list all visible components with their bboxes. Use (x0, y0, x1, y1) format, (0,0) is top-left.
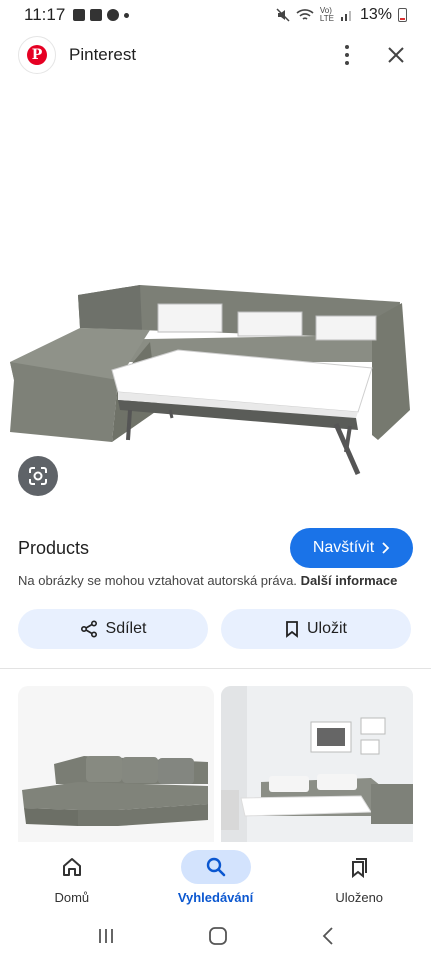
chevron-right-icon (382, 542, 390, 554)
more-notifications-icon (124, 12, 130, 18)
bookmark-icon (286, 621, 298, 638)
save-button-label: Uložit (306, 620, 347, 637)
home-icon (62, 858, 81, 876)
notification-icons (73, 9, 130, 21)
copyright-text: Na obrázky se mohou vztahovat autorská p… (18, 573, 297, 588)
gallery-notification-icon (73, 9, 86, 21)
pinterest-logo: P (18, 36, 56, 74)
google-lens-button[interactable] (18, 456, 58, 496)
bottom-navigation: Domů Vyhledávání Uloženo (0, 842, 431, 912)
system-navigation-bar (0, 912, 431, 960)
product-image[interactable] (0, 80, 431, 500)
alert-notification-icon (90, 9, 103, 21)
nav-saved[interactable]: Uloženo (287, 842, 431, 912)
share-icon (80, 620, 97, 638)
related-sofa-thumbnail (22, 756, 208, 826)
learn-more-link[interactable]: Další informace (301, 573, 398, 588)
system-status: Vo) LTE 13% (276, 6, 407, 24)
app-header: P Pinterest (0, 32, 431, 78)
signal-icon (340, 11, 351, 21)
mute-icon (276, 8, 290, 22)
product-title: Products (18, 537, 90, 558)
section-divider (0, 668, 431, 669)
lens-icon (29, 467, 47, 485)
source-title: Pinterest (69, 45, 137, 64)
share-button-label: Sdílet (105, 620, 147, 637)
visit-button-label: Navštívit (312, 539, 375, 556)
status-bar: 11:17 Vo) LTE 13% (0, 0, 431, 30)
copyright-notice: Na obrázky se mohou vztahovat autorská p… (18, 573, 418, 588)
related-image-1[interactable] (18, 686, 214, 846)
status-time: 11:17 (24, 5, 66, 24)
close-button[interactable] (379, 38, 413, 72)
home-button-icon[interactable] (208, 926, 228, 946)
saved-icon (352, 858, 368, 878)
share-button[interactable]: Sdílet (18, 609, 208, 649)
search-icon (206, 857, 225, 877)
related-room-thumbnail (221, 686, 413, 846)
nav-saved-label: Uloženo (335, 890, 384, 905)
app-notification-icon (107, 9, 120, 21)
recent-apps-icon[interactable] (96, 927, 116, 945)
wifi-icon (296, 9, 314, 20)
battery-icon (398, 8, 407, 22)
related-image-2[interactable] (221, 686, 413, 846)
back-icon[interactable] (321, 926, 335, 946)
close-icon (388, 47, 404, 63)
sofa-bed-illustration (10, 285, 410, 476)
visit-button[interactable]: Navštívit (290, 528, 413, 568)
pinterest-logo-mark: P (27, 45, 47, 65)
more-options-icon[interactable] (333, 39, 361, 71)
battery-percent: 13% (359, 6, 392, 23)
volte-icon: Vo) LTE (319, 6, 334, 23)
product-header: Products Navštívit (18, 528, 413, 568)
nav-home-label: Domů (54, 890, 90, 905)
save-button[interactable]: Uložit (221, 609, 411, 649)
nav-search[interactable]: Vyhledávání (144, 842, 288, 912)
nav-search-label: Vyhledávání (177, 890, 254, 905)
nav-home[interactable]: Domů (0, 842, 144, 912)
